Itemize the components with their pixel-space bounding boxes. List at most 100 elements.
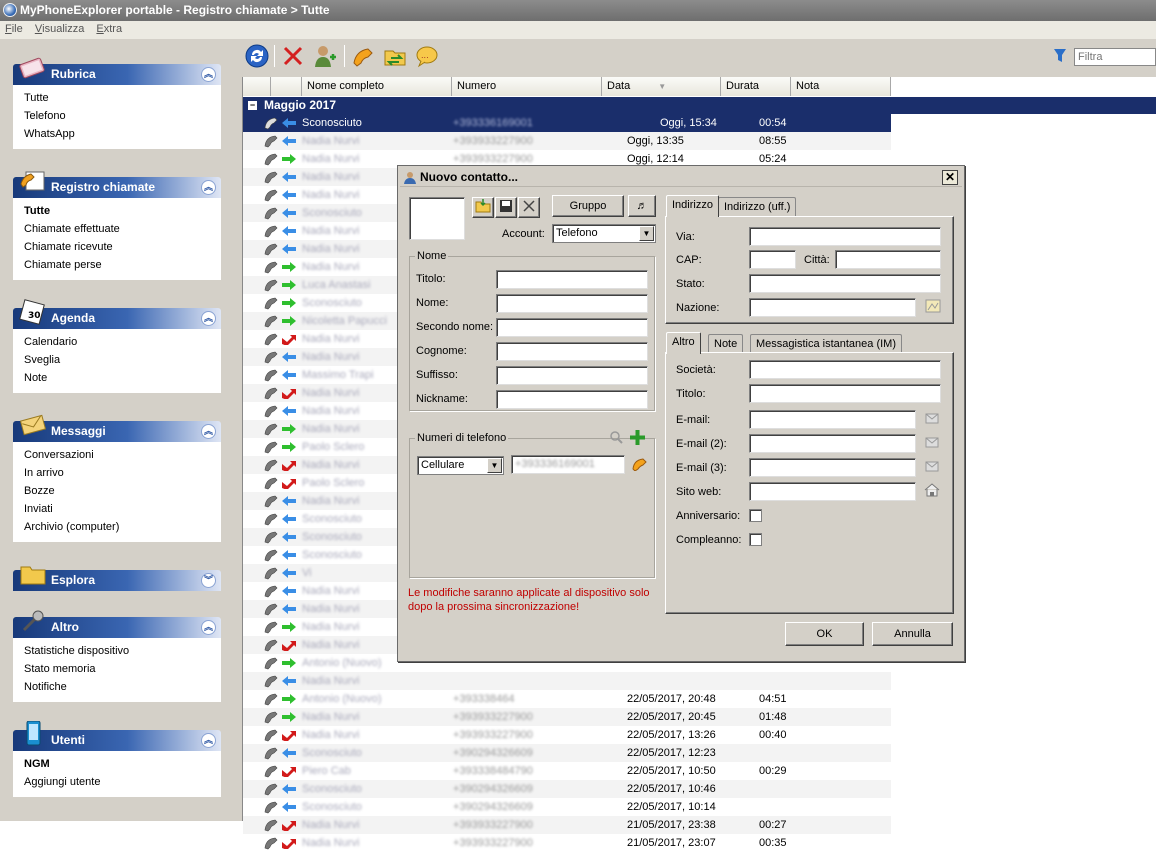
field-email-3[interactable] [749,458,916,477]
field-titolo[interactable] [496,270,648,289]
map-icon[interactable] [925,298,941,314]
field-suffisso[interactable] [496,366,648,385]
table-row[interactable]: Sconosciuto +390294326609 22/05/2017, 12:2… [243,744,891,762]
column-header-durata[interactable]: Durata [721,77,791,96]
table-row[interactable]: Nadia Nurvi +393933227900 Oggi, 13:35 08:55 [243,132,891,150]
column-header-numero[interactable]: Numero [452,77,602,96]
panel-header-altro[interactable]: Altro ︽ [13,610,221,638]
collapse-chevron-icon[interactable]: ︽ [201,733,216,748]
sidebar-item-statistiche[interactable]: Statistiche dispositivo [24,642,221,660]
contact-photo[interactable] [409,197,465,240]
field-secondo-nome[interactable] [496,318,648,337]
add-plus-icon[interactable] [629,429,646,446]
checkbox-anniversario[interactable] [749,509,762,522]
filter-input[interactable] [1074,48,1156,66]
field-nazione[interactable] [749,298,916,317]
collapse-chevron-icon[interactable]: ︽ [201,424,216,439]
phone-type-select[interactable]: Cellulare ▼ [417,456,504,475]
collapse-minus-icon[interactable]: − [248,101,257,110]
table-row[interactable]: Nadia Nurvi +393933227900 22/05/2017, 20:4… [243,708,891,726]
sidebar-item-telefono[interactable]: Telefono [24,107,221,125]
sidebar-item-whatsapp[interactable]: WhatsApp [24,125,221,143]
table-row[interactable]: Nadia Nurvi +393933227900 21/05/2017, 23:3… [243,816,891,834]
expand-chevron-icon[interactable]: ︾ [201,573,216,588]
photo-folder-button[interactable] [472,197,494,218]
table-row[interactable]: Nadia Nurvi +393933227900 21/05/2017, 23:0… [243,834,891,852]
table-row[interactable]: Antonio (Nuovo) +393338464 22/05/2017, 20:… [243,690,891,708]
account-select[interactable]: Telefono ▼ [552,224,656,243]
table-row[interactable]: Nadia Nurvi [243,672,891,690]
home-icon[interactable] [924,482,940,497]
tab-altro[interactable]: Altro [666,332,701,354]
sidebar-item-ngm[interactable]: NGM [24,755,221,773]
ok-button[interactable]: OK [785,622,864,646]
panel-header-messaggi[interactable]: Messaggi ︽ [13,414,221,442]
collapse-chevron-icon[interactable]: ︽ [201,180,216,195]
column-header-nome[interactable]: Nome completo [302,77,452,96]
group-button[interactable]: Gruppo [552,195,624,217]
sms-icon[interactable]: ... [414,43,440,69]
call-icon[interactable] [350,43,376,69]
mail-icon[interactable] [925,412,939,424]
panel-header-agenda[interactable]: 30 Agenda ︽ [13,299,221,329]
menu-extra[interactable]: Extra [91,21,126,38]
table-row[interactable]: Piero Cab +393338484790 22/05/2017, 10:50 0… [243,762,891,780]
sync-folder-icon[interactable] [382,43,408,69]
tab-indirizzo-uff[interactable]: Indirizzo (uff.) [718,197,797,216]
field-titolo-altro[interactable] [749,384,941,403]
field-cap[interactable] [749,250,796,269]
sidebar-item-bozze[interactable]: Bozze [24,482,221,500]
sidebar-item-in-arrivo[interactable]: In arrivo [24,464,221,482]
field-email[interactable] [749,410,916,429]
table-row[interactable]: Sconosciuto +393336169001 Oggi, 15:34 00:54 [243,114,891,132]
panel-header-utenti[interactable]: Utenti ︽ [13,721,221,751]
tab-note[interactable]: Note [708,334,744,353]
tab-indirizzo[interactable]: Indirizzo [666,195,719,217]
field-societa[interactable] [749,360,941,379]
refresh-icon[interactable] [244,43,270,69]
ringtone-button[interactable]: ♬ [628,195,656,217]
field-via[interactable] [749,227,941,246]
sidebar-item-note[interactable]: Note [24,369,221,387]
mail-icon[interactable] [925,460,939,472]
panel-header-esplora[interactable]: Esplora ︾ [13,566,221,591]
sidebar-item-calendario[interactable]: Calendario [24,333,221,351]
collapse-chevron-icon[interactable]: ︽ [201,67,216,82]
column-header-dir[interactable] [271,77,302,96]
panel-header-registro[interactable]: Registro chiamate ︽ [13,171,221,198]
cancel-button[interactable]: Annulla [872,622,953,646]
table-row[interactable]: Sconosciuto +390294326609 22/05/2017, 10:4… [243,780,891,798]
column-header-icon[interactable] [243,77,271,96]
collapse-chevron-icon[interactable]: ︽ [201,620,216,635]
checkbox-compleanno[interactable] [749,533,762,546]
sidebar-item-notifiche[interactable]: Notifiche [24,678,221,696]
mail-icon[interactable] [925,436,939,448]
sidebar-item-aggiungi-utente[interactable]: Aggiungi utente [24,773,221,791]
photo-save-button[interactable] [495,197,517,218]
field-sito-web[interactable] [749,482,916,501]
sidebar-item-sveglia[interactable]: Sveglia [24,351,221,369]
photo-delete-button[interactable] [518,197,540,218]
sidebar-item-chiamate-ricevute[interactable]: Chiamate ricevute [24,238,221,256]
column-header-data[interactable]: Data ▼ [602,77,721,96]
field-stato[interactable] [749,274,941,293]
field-email-2[interactable] [749,434,916,453]
menu-visualizza[interactable]: Visualizza [30,21,89,38]
sidebar-item-chiamate-perse[interactable]: Chiamate perse [24,256,221,274]
sidebar-item-tutte-rubrica[interactable]: Tutte [24,89,221,107]
sidebar-item-tutte-registro[interactable]: Tutte [24,202,221,220]
close-icon[interactable]: ✕ [942,170,958,185]
field-nome[interactable] [496,294,648,313]
panel-header-rubrica[interactable]: Rubrica ︽ [13,57,221,85]
sidebar-item-archivio[interactable]: Archivio (computer) [24,518,221,536]
menu-file[interactable]: File [0,21,27,38]
sidebar-item-chiamate-effettuate[interactable]: Chiamate effettuate [24,220,221,238]
column-header-nota[interactable]: Nota [791,77,891,96]
search-icon[interactable] [609,430,623,444]
field-citta[interactable] [835,250,941,269]
table-row[interactable]: Nadia Nurvi +393933227900 22/05/2017, 13:2… [243,726,891,744]
table-row[interactable]: Sconosciuto +390294326609 22/05/2017, 10:1… [243,798,891,816]
tab-messaggistica[interactable]: Messagistica istantanea (IM) [750,334,902,353]
delete-icon[interactable] [280,43,306,69]
sidebar-item-inviati[interactable]: Inviati [24,500,221,518]
